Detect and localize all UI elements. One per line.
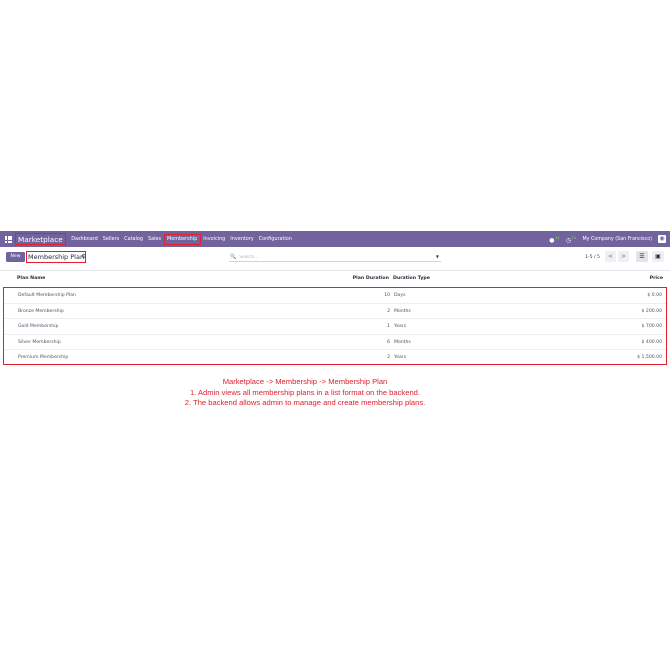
pager-next-button[interactable]: > [618, 251, 629, 262]
new-button[interactable]: New [6, 252, 25, 262]
pager-value[interactable]: 1-5 / 5 [585, 253, 600, 262]
table-header: Plan Name Plan Duration Duration Type Pr… [0, 272, 670, 286]
table-row[interactable]: Default Membership Plan 10 Days $ 0.00 [4, 288, 666, 304]
plan-name-cell: Default Membership Plan [18, 293, 76, 298]
app-window: Marketplace Dashboard Sellers Catalog Sa… [0, 231, 670, 438]
navbar-systray: ●11 ◷11 My Company (San Francisco) ◉ [549, 231, 666, 247]
price-cell: $ 200.00 [641, 308, 662, 314]
search-icon[interactable]: 🔍 [230, 254, 236, 260]
table-row[interactable]: Premium Membership 2 Years $ 1,500.00 [4, 350, 666, 366]
table-row[interactable]: Silver Membership 6 Months $ 400.00 [4, 335, 666, 350]
control-panel: New Membership Plan ⚙ 🔍 ▼ 1-5 / 5 < > ☰ … [0, 247, 670, 271]
caption-path: Marketplace -> Membership -> Membership … [222, 377, 388, 386]
table-row[interactable]: Bronze Membership 2 Months $ 200.00 [4, 304, 666, 319]
column-header-plan-name[interactable]: Plan Name [17, 272, 45, 286]
plan-duration-cell: 1 [387, 324, 390, 329]
kanban-view-icon[interactable]: ▣ [652, 251, 664, 262]
column-header-duration-type[interactable]: Duration Type [393, 272, 430, 286]
caret-down-icon[interactable]: ▼ [436, 253, 439, 261]
duration-type-cell: Months [394, 339, 411, 345]
caption-point-2: 2. The backend allows admin to manage an… [184, 398, 426, 407]
clock-icon[interactable]: ◷11 [566, 235, 577, 244]
menu-item-catalog[interactable]: Catalog [122, 234, 146, 245]
caption-point-1: 1. Admin views all membership plans in a… [189, 387, 421, 397]
price-cell: $ 0.00 [647, 293, 662, 298]
activities-count: 11 [571, 234, 577, 240]
table-body: Default Membership Plan 10 Days $ 0.00 B… [3, 287, 667, 365]
duration-type-cell: Years [394, 324, 407, 329]
menu-item-inventory[interactable]: Inventory [228, 234, 256, 245]
menu-item-sellers[interactable]: Sellers [100, 234, 121, 245]
pager-previous-button[interactable]: < [605, 251, 616, 262]
search-bar: 🔍 ▼ [229, 253, 441, 262]
avatar-icon[interactable]: ◉ [658, 235, 666, 243]
menu-item-invoicing[interactable]: Invoicing [201, 234, 228, 245]
list-view-icon[interactable]: ☰ [636, 251, 648, 262]
search-input[interactable] [239, 253, 420, 261]
breadcrumb: Membership Plan [26, 251, 87, 263]
company-switcher[interactable]: My Company (San Francisco) [582, 237, 652, 242]
price-cell: $ 400.00 [641, 339, 662, 345]
duration-type-cell: Days [394, 293, 406, 298]
top-navbar: Marketplace Dashboard Sellers Catalog Sa… [0, 231, 670, 247]
plan-duration-cell: 2 [387, 308, 390, 314]
plan-duration-cell: 6 [387, 339, 390, 345]
menu-item-configuration[interactable]: Configuration [256, 234, 294, 245]
plan-duration-cell: 10 [384, 293, 390, 298]
column-header-price[interactable]: Price [650, 272, 663, 286]
column-header-plan-duration[interactable]: Plan Duration [353, 272, 389, 286]
price-cell: $ 1,500.00 [637, 355, 662, 360]
apps-grid-icon[interactable] [5, 235, 12, 243]
duration-type-cell: Months [394, 308, 411, 314]
app-name[interactable]: Marketplace [15, 233, 66, 245]
main-menu: Dashboard Sellers Catalog Sales Membersh… [69, 233, 295, 245]
price-cell: $ 700.00 [641, 324, 662, 329]
menu-item-dashboard[interactable]: Dashboard [69, 234, 101, 245]
annotation-caption: Marketplace -> Membership -> Membership … [0, 377, 610, 409]
plan-name-cell: Bronze Membership [18, 308, 64, 314]
plan-name-cell: Premium Membership [18, 355, 69, 360]
menu-item-membership[interactable]: Membership [163, 233, 201, 245]
plan-name-cell: Gold Membership [18, 324, 59, 329]
chat-icon[interactable]: ●11 [549, 235, 560, 244]
gear-icon[interactable]: ⚙ [81, 252, 86, 262]
table-row[interactable]: Gold Membership 1 Years $ 700.00 [4, 319, 666, 335]
duration-type-cell: Years [394, 355, 407, 360]
menu-item-sales[interactable]: Sales [145, 234, 163, 245]
plan-name-cell: Silver Membership [18, 339, 61, 345]
plan-duration-cell: 2 [387, 355, 390, 360]
messages-count: 11 [555, 234, 560, 240]
